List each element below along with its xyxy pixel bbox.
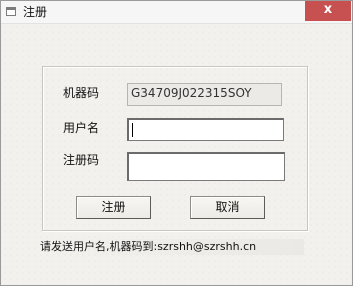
- title-bar[interactable]: 注册 x: [1, 1, 352, 24]
- machine-code-field[interactable]: G34709J022315SOY: [127, 83, 282, 106]
- machine-code-value: G34709J022315SOY: [131, 86, 252, 100]
- cancel-button[interactable]: 取消: [190, 196, 265, 219]
- window-icon: [6, 7, 16, 16]
- dialog-client-area: 机器码 G34709J022315SOY 用户名 注册码 注册 取消 请发送用户…: [2, 24, 351, 285]
- close-icon: x: [323, 2, 333, 17]
- regcode-input[interactable]: [127, 152, 285, 181]
- register-button[interactable]: 注册: [76, 196, 151, 219]
- window-title: 注册: [23, 5, 48, 19]
- username-input[interactable]: [127, 118, 284, 141]
- machine-code-label: 机器码: [63, 86, 100, 100]
- close-button[interactable]: x: [305, 1, 351, 21]
- regcode-label: 注册码: [63, 153, 100, 167]
- username-label: 用户名: [63, 121, 100, 135]
- text-caret: [132, 123, 133, 137]
- instructions-text: 请发送用户名,机器码到:szrshh@szrshh.cn: [40, 239, 304, 255]
- register-dialog: 注册 x 机器码 G34709J022315SOY 用户名 注册码 注册 取消 …: [0, 0, 353, 286]
